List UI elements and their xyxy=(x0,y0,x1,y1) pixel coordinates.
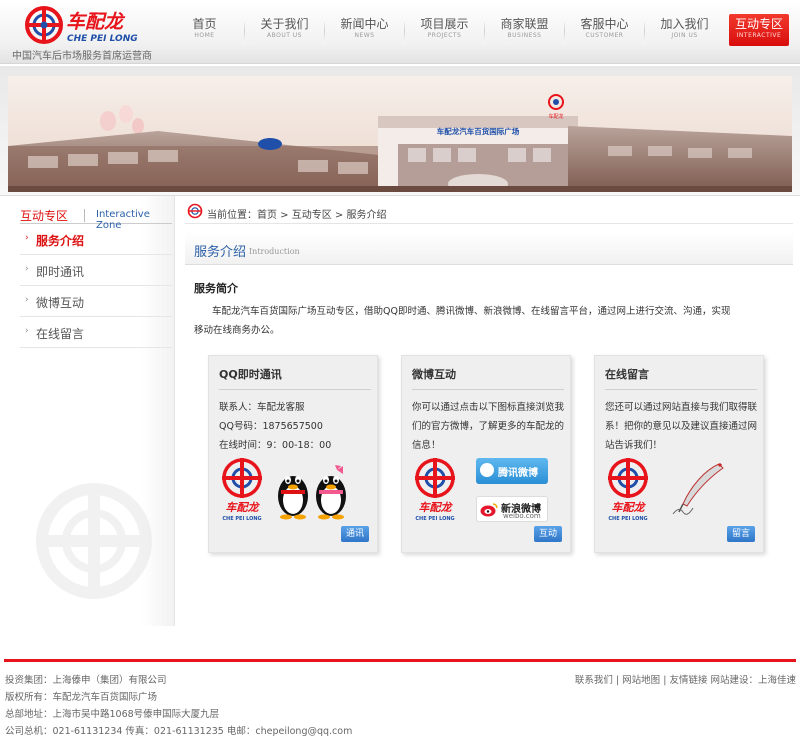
chevron-right-icon: › xyxy=(25,233,29,243)
message-card: 在线留言 您还可以通过网站直接与我们取得联系！把你的意见以及建议直接通过网站告诉… xyxy=(594,355,764,553)
nav-news[interactable]: 新闻中心 NEWS xyxy=(325,14,404,48)
logo-watermark-icon xyxy=(36,483,152,599)
sidebar-item-label: 微博互动 xyxy=(36,296,85,310)
home-logo-icon xyxy=(187,203,203,219)
qq-card: QQ即时通讯 联系人：车配龙客服 QQ号码：1875657500 在线时间：9：… xyxy=(208,355,378,553)
breadcrumb-separator: > xyxy=(331,210,347,221)
breadcrumb-section[interactable]: 互动专区 xyxy=(292,210,332,221)
tagline: 中国汽车后市场服务首席运营商 xyxy=(12,51,152,62)
footer-link-contact[interactable]: 联系我们 xyxy=(575,675,613,686)
card-title: 微博互动 xyxy=(412,368,456,381)
sidebar: 互动专区 Interactive Zone › 服务介绍 › 即时通讯 › 微博… xyxy=(10,196,175,626)
tencent-weibo-icon xyxy=(480,463,494,477)
nav-customer[interactable]: 客服中心 CUSTOMER xyxy=(565,14,644,48)
sidebar-item-label: 在线留言 xyxy=(36,327,85,341)
sidebar-item-weibo[interactable]: › 微博互动 xyxy=(20,286,172,317)
footer-link-separator: | xyxy=(663,675,667,686)
intro-heading: 服务简介 xyxy=(194,282,238,295)
sidebar-title: 互动专区 xyxy=(20,209,69,223)
card-divider xyxy=(605,389,757,390)
weibo-card: 微博互动 你可以通过点击以下图标直接浏览我们的官方微博，了解更多的车配龙的信息！… xyxy=(401,355,571,553)
card-divider xyxy=(412,389,564,390)
nav-business[interactable]: 商家联盟 BUSINESS xyxy=(485,14,564,48)
tencent-weibo-button[interactable]: 腾讯微博 xyxy=(476,458,548,484)
nav-join[interactable]: 加入我们 JOIN US xyxy=(645,14,724,48)
qq-penguin-female-icon[interactable] xyxy=(313,464,349,520)
leave-message-button[interactable]: 留言 xyxy=(726,526,755,542)
breadcrumb-current: 服务介绍 xyxy=(346,210,387,221)
tencent-weibo-label: 腾讯微博 xyxy=(498,468,538,479)
sina-weibo-button[interactable]: 新浪微博 weibo.com xyxy=(476,496,548,522)
footer-info: 投资集团：上海傣申（集团）有限公司 版权所有：车配龙汽车百货国际广场 总部地址：… xyxy=(5,672,352,738)
header: 车配龙 CHE PEI LONG 中国汽车后市场服务首席运营商 首页 HOME 关… xyxy=(0,0,800,64)
chevron-right-icon: › xyxy=(25,326,29,336)
sidebar-item-label: 服务介绍 xyxy=(36,234,85,248)
svg-text:车配龙汽车百货国际广场: 车配龙汽车百货国际广场 xyxy=(437,126,520,136)
sidebar-item-instant-messaging[interactable]: › 即时通讯 xyxy=(20,255,172,286)
svg-text:CHE PEI LONG: CHE PEI LONG xyxy=(608,516,647,522)
sidebar-menu: › 服务介绍 › 即时通讯 › 微博互动 › 在线留言 xyxy=(20,224,172,348)
footer-address: 总部地址：上海市吴中路1068号傣申国际大厦九层 xyxy=(5,709,220,720)
breadcrumb-separator: > xyxy=(277,210,292,221)
footer-investor: 投资集团：上海傣申（集团）有限公司 xyxy=(5,675,167,686)
chevron-right-icon: › xyxy=(25,295,29,305)
sidebar-item-message[interactable]: › 在线留言 xyxy=(20,317,172,348)
svg-text:车配龙: 车配龙 xyxy=(612,501,647,514)
footer-contact: 公司总机：021-61131234 传真：021-61131235 电邮：che… xyxy=(5,726,353,737)
card-body: 联系人：车配龙客服 QQ号码：1875657500 在线时间：9：00-18：0… xyxy=(219,398,377,455)
brand-logo-icon: 车配龙 CHE PEI LONG xyxy=(415,458,455,522)
qq-contact: 联系人：车配龙客服 xyxy=(219,402,305,413)
brand-logo-icon: 车配龙 CHE PEI LONG xyxy=(222,458,262,522)
weibo-interact-button[interactable]: 互动 xyxy=(533,526,562,542)
footer-link-sitemap[interactable]: 网站地图 xyxy=(622,675,660,686)
sina-weibo-domain: weibo.com xyxy=(503,512,541,520)
brand-logo[interactable]: 车配龙 CHE PEI LONG xyxy=(22,4,167,46)
page-subtitle: Introduction xyxy=(249,247,300,256)
qq-hours: 在线时间：9：00-18：00 xyxy=(219,440,332,451)
qq-chat-button[interactable]: 通讯 xyxy=(340,526,369,542)
nav-home[interactable]: 首页 HOME xyxy=(165,14,244,48)
sidebar-title-divider xyxy=(84,209,85,222)
quill-pen-icon[interactable] xyxy=(669,460,729,520)
brand-logo-icon: 车配龙 CHE PEI LONG xyxy=(608,458,648,522)
breadcrumb-text: 当前位置：首页 > 互动专区 > 服务介绍 xyxy=(207,206,387,221)
breadcrumb: 当前位置：首页 > 互动专区 > 服务介绍 xyxy=(185,200,793,224)
svg-text:车配龙: 车配龙 xyxy=(419,501,454,514)
nav-interactive[interactable]: 互动专区 INTERACTIVE xyxy=(729,14,789,46)
svg-text:车配龙: 车配龙 xyxy=(226,501,261,514)
sidebar-item-label: 即时通讯 xyxy=(36,265,85,279)
intro-text: 车配龙汽车百货国际广场互动专区，借助QQ即时通、腾讯微博、新浪微博、在线留言平台… xyxy=(194,306,731,336)
main-nav: 首页 HOME 关于我们 ABOUT US 新闻中心 NEWS 项目展示 PROJECT… xyxy=(165,14,789,48)
sidebar-header: 互动专区 Interactive Zone xyxy=(20,204,172,231)
sidebar-item-service-intro[interactable]: › 服务介绍 xyxy=(20,224,172,255)
qq-penguin-icon[interactable] xyxy=(275,464,311,520)
card-body: 您还可以通过网站直接与我们取得联系！把你的意见以及建议直接通过网站告诉我们！ xyxy=(605,402,758,451)
breadcrumb-prefix: 当前位置： xyxy=(207,210,257,221)
footer-link-friends[interactable]: 友情链接 xyxy=(669,675,707,686)
card-title: 在线留言 xyxy=(605,368,649,381)
nav-projects[interactable]: 项目展示 PROJECTS xyxy=(405,14,484,48)
page-title: 服务介绍 xyxy=(194,245,247,260)
breadcrumb-home[interactable]: 首页 xyxy=(257,210,277,221)
svg-text:车配龙: 车配龙 xyxy=(66,11,126,33)
card-divider xyxy=(219,389,371,390)
banner-image: 车配龙汽车百货国际广场 车配龙 xyxy=(8,76,792,192)
footer-site-builder[interactable]: 网站建设：上海佳速 xyxy=(710,675,796,686)
sina-weibo-icon xyxy=(480,503,498,517)
footer-divider xyxy=(4,659,796,662)
qq-number: QQ号码：1875657500 xyxy=(219,421,323,432)
footer-links: 联系我们 | 网站地图 | 友情链接 网站建设：上海佳速 xyxy=(575,672,796,686)
card-body: 你可以通过点击以下图标直接浏览我们的官方微博，了解更多的车配龙的信息！ xyxy=(412,402,565,451)
chevron-right-icon: › xyxy=(25,264,29,274)
svg-text:CHE PEI LONG: CHE PEI LONG xyxy=(67,34,138,44)
svg-text:车配龙: 车配龙 xyxy=(548,113,563,120)
svg-text:CHE PEI LONG: CHE PEI LONG xyxy=(415,516,454,522)
card-title: QQ即时通讯 xyxy=(219,368,282,381)
footer-copyright: 版权所有：车配龙汽车百货国际广场 xyxy=(5,692,158,703)
nav-about[interactable]: 关于我们 ABOUT US xyxy=(245,14,324,48)
footer-link-separator: | xyxy=(615,675,620,686)
page-title-bar: 服务介绍 Introduction xyxy=(185,232,793,265)
svg-text:CHE PEI LONG: CHE PEI LONG xyxy=(222,516,261,522)
